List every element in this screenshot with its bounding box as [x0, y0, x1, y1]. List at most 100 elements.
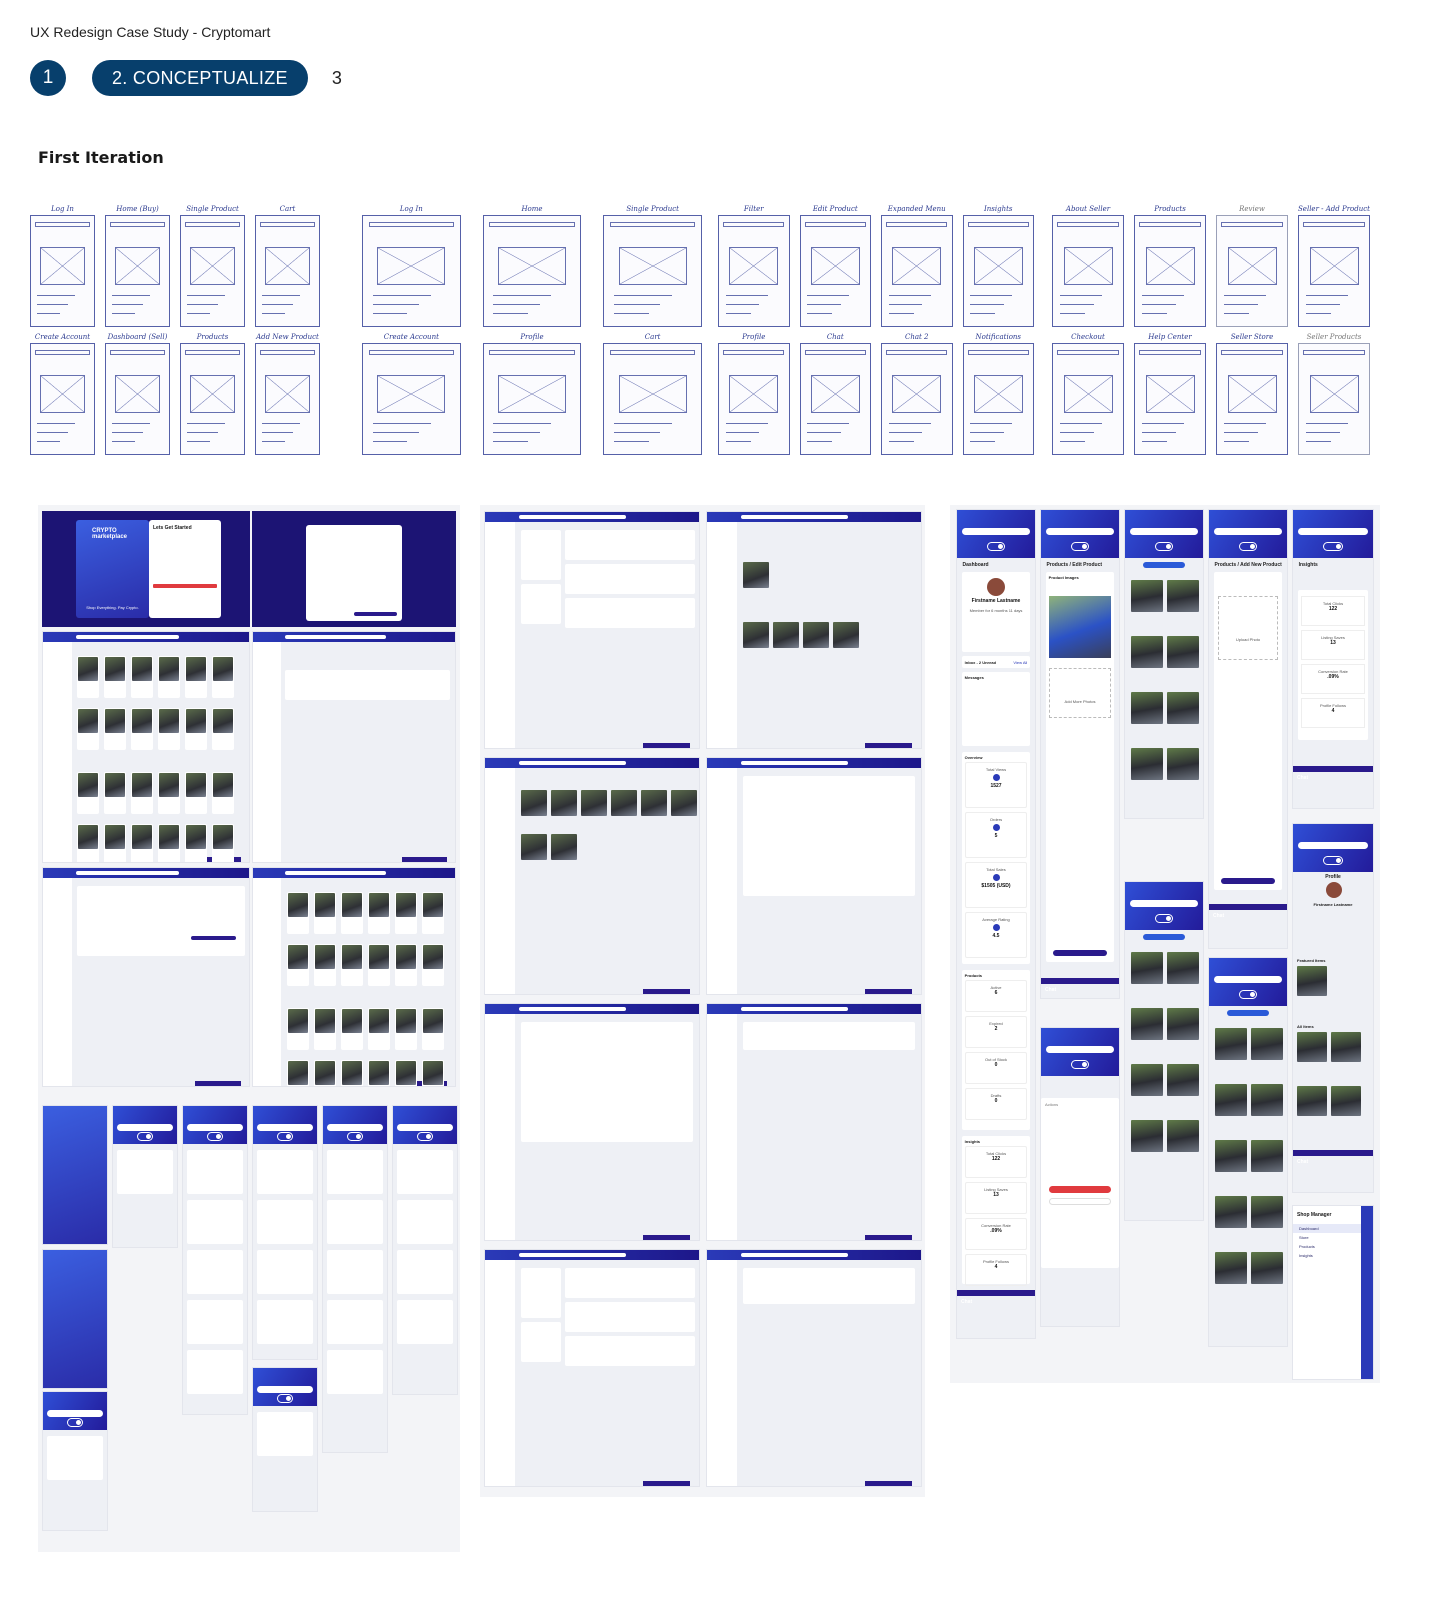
- product-thumb[interactable]: [1215, 1028, 1247, 1060]
- product-card[interactable]: [314, 892, 336, 934]
- product-card[interactable]: [422, 1060, 444, 1086]
- product-thumb[interactable]: [641, 790, 667, 816]
- product-card[interactable]: [341, 892, 363, 934]
- product-card[interactable]: [287, 1060, 309, 1086]
- product-card[interactable]: [131, 656, 153, 698]
- product-card[interactable]: [77, 824, 99, 862]
- product-thumb[interactable]: [581, 790, 607, 816]
- chat-bar[interactable]: Chat: [957, 1290, 1035, 1305]
- product-thumb[interactable]: [1251, 1196, 1283, 1228]
- upload-photo-dropzone[interactable]: Upload Photo: [1217, 596, 1279, 660]
- product-thumb[interactable]: [1167, 1064, 1199, 1096]
- chat-bar[interactable]: [865, 1481, 913, 1486]
- chat-bar[interactable]: Chat: [1041, 978, 1119, 993]
- product-card[interactable]: [368, 892, 390, 934]
- add-new-product-button[interactable]: [1143, 934, 1185, 940]
- product-card[interactable]: [422, 892, 444, 934]
- product-thumb[interactable]: [1131, 692, 1163, 724]
- checkout-button[interactable]: [191, 936, 236, 940]
- product-card[interactable]: [368, 1008, 390, 1050]
- add-more-photos-dropzone[interactable]: Add More Photos: [1048, 668, 1112, 718]
- product-thumb[interactable]: [803, 622, 829, 648]
- product-card[interactable]: [314, 1008, 336, 1050]
- product-thumb[interactable]: [1131, 952, 1163, 984]
- product-card[interactable]: [158, 824, 180, 862]
- product-thumb[interactable]: [1251, 1028, 1283, 1060]
- product-thumb[interactable]: [1167, 748, 1199, 780]
- product-thumb[interactable]: [1251, 1140, 1283, 1172]
- product-thumb[interactable]: [1131, 748, 1163, 780]
- product-thumb[interactable]: [611, 790, 637, 816]
- product-thumb[interactable]: [521, 790, 547, 816]
- product-card[interactable]: [212, 824, 234, 862]
- step-1-button[interactable]: 1: [30, 60, 66, 96]
- chat-bar[interactable]: [865, 989, 913, 994]
- product-card[interactable]: [104, 708, 126, 750]
- product-card[interactable]: [395, 944, 417, 986]
- product-card[interactable]: [287, 944, 309, 986]
- add-product-button[interactable]: [1220, 878, 1276, 884]
- product-card[interactable]: [77, 772, 99, 814]
- product-card[interactable]: [77, 656, 99, 698]
- product-thumb[interactable]: [1131, 1064, 1163, 1096]
- product-thumb[interactable]: [1251, 1084, 1283, 1116]
- product-card[interactable]: [368, 944, 390, 986]
- product-card[interactable]: [104, 824, 126, 862]
- chat-bar[interactable]: [643, 1235, 691, 1240]
- product-card[interactable]: [287, 1008, 309, 1050]
- product-thumb[interactable]: [1131, 1008, 1163, 1040]
- chat-bar[interactable]: [643, 743, 691, 748]
- product-thumb[interactable]: [773, 622, 799, 648]
- continue-button[interactable]: [354, 612, 397, 616]
- product-card[interactable]: [185, 656, 207, 698]
- step-3-button[interactable]: 3: [332, 68, 342, 89]
- clear-button[interactable]: [1049, 1198, 1111, 1205]
- chat-bar[interactable]: [865, 1235, 913, 1240]
- add-product-button[interactable]: [1052, 950, 1108, 956]
- product-thumb[interactable]: [551, 834, 577, 860]
- product-card[interactable]: [314, 944, 336, 986]
- product-card[interactable]: [422, 944, 444, 986]
- product-card[interactable]: [158, 708, 180, 750]
- apply-button[interactable]: [1049, 1186, 1111, 1193]
- product-thumb[interactable]: [1167, 1120, 1199, 1152]
- add-new-product-button[interactable]: [1227, 1010, 1269, 1016]
- chat-bar[interactable]: Chat: [1293, 766, 1373, 781]
- step-2-button[interactable]: 2. CONCEPTUALIZE: [92, 60, 308, 96]
- chat-bar[interactable]: Chat: [1209, 904, 1287, 919]
- product-card[interactable]: [185, 772, 207, 814]
- product-card[interactable]: [212, 656, 234, 698]
- chat-bar[interactable]: Chat: [1293, 1150, 1373, 1165]
- product-thumb[interactable]: [1215, 1140, 1247, 1172]
- product-thumb[interactable]: [1167, 636, 1199, 668]
- product-card[interactable]: [158, 656, 180, 698]
- product-card[interactable]: [185, 708, 207, 750]
- product-card[interactable]: [341, 944, 363, 986]
- product-thumb[interactable]: [1251, 1252, 1283, 1284]
- product-card[interactable]: [287, 892, 309, 934]
- product-card[interactable]: [395, 1008, 417, 1050]
- product-card[interactable]: [104, 772, 126, 814]
- product-thumb[interactable]: [833, 622, 859, 648]
- product-card[interactable]: [368, 1060, 390, 1086]
- product-card[interactable]: [212, 772, 234, 814]
- product-card[interactable]: [422, 1008, 444, 1050]
- product-thumb[interactable]: [1167, 952, 1199, 984]
- product-card[interactable]: [314, 1060, 336, 1086]
- product-card[interactable]: [341, 1060, 363, 1086]
- product-card[interactable]: [131, 708, 153, 750]
- product-card[interactable]: [185, 824, 207, 862]
- product-thumb[interactable]: [1131, 1120, 1163, 1152]
- chat-bar[interactable]: [865, 743, 913, 748]
- product-card[interactable]: [131, 772, 153, 814]
- add-new-product-button[interactable]: [1143, 562, 1185, 568]
- product-thumb[interactable]: [1167, 580, 1199, 612]
- product-card[interactable]: [158, 772, 180, 814]
- register-button[interactable]: [153, 584, 217, 588]
- product-thumb[interactable]: [1167, 1008, 1199, 1040]
- product-card[interactable]: [395, 892, 417, 934]
- product-thumb[interactable]: [1215, 1196, 1247, 1228]
- product-thumb[interactable]: [671, 790, 697, 816]
- product-thumb[interactable]: [1167, 692, 1199, 724]
- product-card[interactable]: [77, 708, 99, 750]
